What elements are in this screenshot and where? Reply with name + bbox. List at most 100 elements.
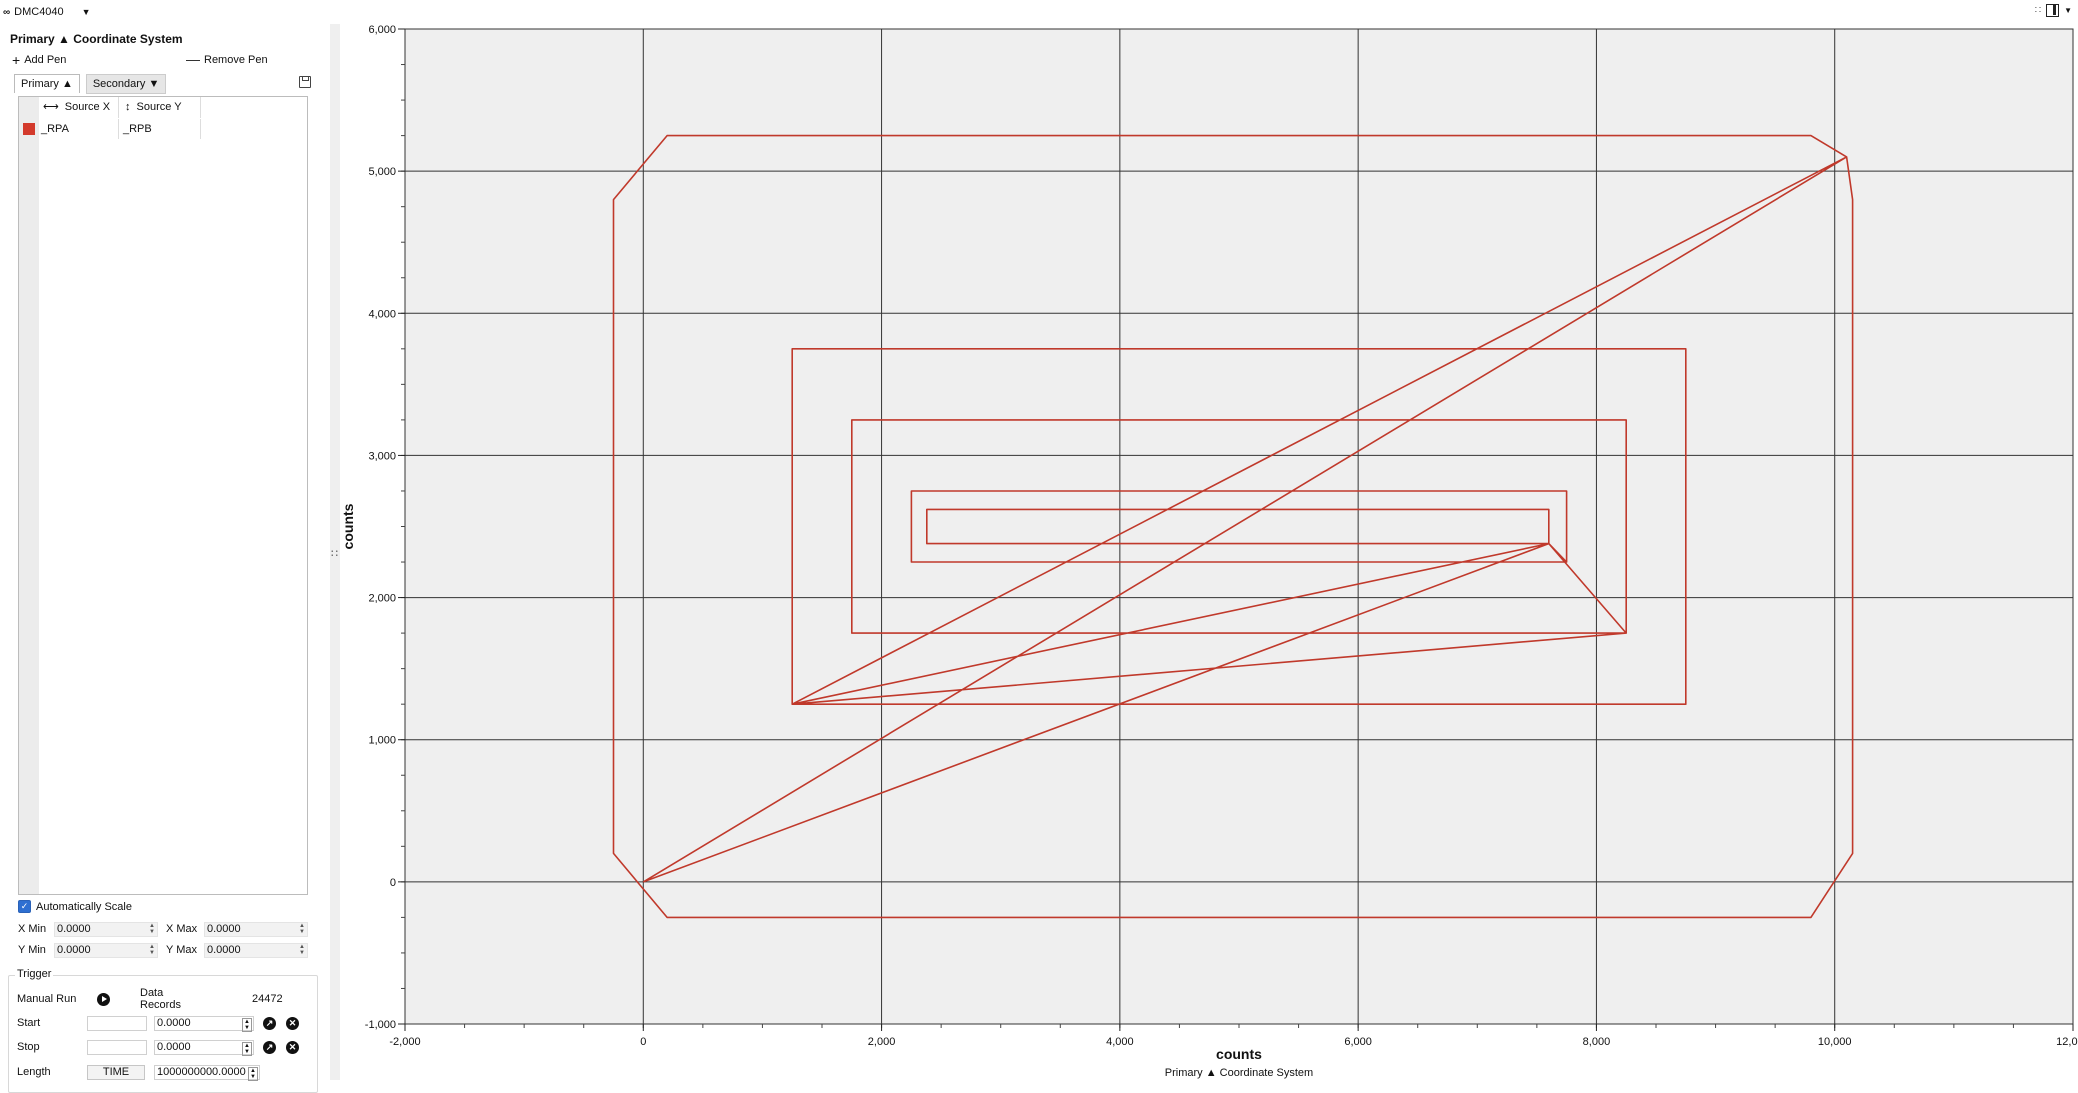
column-source-y[interactable]: ↕ Source Y bbox=[119, 97, 201, 118]
add-pen-button[interactable]: + Add Pen bbox=[12, 52, 66, 68]
start-source-input[interactable] bbox=[87, 1015, 147, 1031]
clear-icon[interactable]: ✕ bbox=[286, 1016, 299, 1030]
y-axis-title: counts bbox=[340, 503, 356, 549]
y-min-value: 0.0000 bbox=[57, 943, 91, 956]
source-y-label: Source Y bbox=[136, 101, 182, 113]
row-gutter bbox=[19, 97, 39, 894]
x-tick-label: 0 bbox=[640, 1036, 646, 1048]
start-value-input[interactable]: 0.0000 ▲ ▼ bbox=[154, 1015, 254, 1032]
y-max-value: 0.0000 bbox=[207, 943, 241, 956]
data-records-label: Data Records bbox=[140, 987, 181, 1011]
pen-toolbar: + Add Pen Remove Pen bbox=[10, 52, 310, 70]
minus-icon bbox=[186, 59, 200, 61]
source-x-label: Source X bbox=[64, 101, 111, 113]
stop-source-input[interactable] bbox=[87, 1039, 147, 1055]
top-bar: ∞ DMC4040 ▼ ∷ ▼ bbox=[0, 0, 2078, 24]
chart-subtitle: Primary ▲ Coordinate System bbox=[1165, 1067, 1313, 1079]
length-value: 1000000000.0000 bbox=[157, 1065, 246, 1078]
y-range-row: Y Min 0.0000 ▲ ▼ Y Max 0.0000 ▲ ▼ bbox=[18, 942, 308, 958]
stop-value: 0.0000 bbox=[157, 1040, 191, 1053]
window-controls: ∷ ▼ bbox=[2035, 4, 2072, 17]
remove-pen-button[interactable]: Remove Pen bbox=[186, 54, 268, 66]
start-label: Start bbox=[17, 1017, 41, 1029]
link-icon: ∞ bbox=[3, 6, 11, 18]
plus-icon: + bbox=[12, 52, 21, 68]
arrow-link-icon[interactable]: ↗ bbox=[263, 1016, 276, 1030]
length-row: Length TIME 1000000000.0000 ▲ ▼ bbox=[17, 1063, 260, 1081]
length-value-input[interactable]: 1000000000.0000 ▲ ▼ bbox=[154, 1064, 260, 1081]
manual-run-label: Manual Run bbox=[17, 993, 77, 1005]
checkbox-checked-icon[interactable]: ✓ bbox=[18, 900, 31, 913]
y-tick-label: 3,000 bbox=[368, 450, 396, 462]
spin-arrows-icon[interactable]: ▲ ▼ bbox=[149, 944, 155, 956]
stop-label: Stop bbox=[17, 1041, 40, 1053]
start-value: 0.0000 bbox=[157, 1016, 191, 1029]
x-tick-label: 8,000 bbox=[1583, 1036, 1611, 1048]
spin-arrows-icon[interactable]: ▲ ▼ bbox=[149, 923, 155, 935]
save-icon[interactable] bbox=[299, 76, 311, 88]
stop-value-input[interactable]: 0.0000 ▲ ▼ bbox=[154, 1039, 254, 1056]
trigger-group: Trigger Manual Run Data Records 24472 St… bbox=[8, 968, 318, 1093]
x-tick-label: 12,000 bbox=[2056, 1036, 2078, 1048]
x-tick-label: 6,000 bbox=[1344, 1036, 1372, 1048]
chevron-down-icon[interactable]: ▼ bbox=[2064, 6, 2072, 15]
x-tick-label: 2,000 bbox=[868, 1036, 896, 1048]
y-tick-label: 4,000 bbox=[368, 308, 396, 320]
horizontal-arrows-icon: ⟷ bbox=[43, 101, 59, 113]
x-tick-label: -2,000 bbox=[389, 1036, 420, 1048]
trigger-title: Trigger bbox=[15, 968, 54, 980]
clear-icon[interactable]: ✕ bbox=[286, 1040, 299, 1054]
x-min-input[interactable]: 0.0000 ▲ ▼ bbox=[54, 921, 158, 937]
tab-primary[interactable]: Primary ▲ bbox=[14, 74, 80, 93]
length-label: Length bbox=[17, 1066, 51, 1078]
x-min-value: 0.0000 bbox=[57, 922, 91, 935]
play-icon[interactable] bbox=[97, 992, 110, 1006]
spin-arrows-icon[interactable]: ▲ ▼ bbox=[248, 1066, 258, 1081]
arrow-link-icon[interactable]: ↗ bbox=[263, 1040, 276, 1054]
x-max-input[interactable]: 0.0000 ▲ ▼ bbox=[204, 921, 308, 937]
x-tick-label: 4,000 bbox=[1106, 1036, 1134, 1048]
pen-row[interactable]: _RPA _RPB bbox=[19, 119, 225, 139]
spin-arrows-icon[interactable]: ▲ ▼ bbox=[242, 1017, 252, 1032]
length-mode-button[interactable]: TIME bbox=[87, 1064, 145, 1080]
y-tick-label: 6,000 bbox=[368, 24, 396, 36]
start-row: Start 0.0000 ▲ ▼ ↗ ✕ bbox=[17, 1014, 299, 1032]
auto-scale-checkbox[interactable]: ✓ Automatically Scale bbox=[18, 900, 132, 913]
y-min-label: Y Min bbox=[18, 944, 46, 956]
spin-arrows-icon[interactable]: ▲ ▼ bbox=[299, 923, 305, 935]
pen-list-header: ⟷ Source X ↕ Source Y bbox=[39, 97, 225, 118]
auto-scale-label: Automatically Scale bbox=[36, 900, 132, 913]
drag-handle-icon[interactable]: ∷ bbox=[2035, 5, 2041, 16]
chart-area: -2,000 0 2,000 4,000 6,000 8,000 10,000 12,000 -… bbox=[340, 24, 2078, 1080]
spin-arrows-icon[interactable]: ▲ ▼ bbox=[299, 944, 305, 956]
spin-arrows-icon[interactable]: ▲ ▼ bbox=[242, 1041, 252, 1056]
y-tick-label: 2,000 bbox=[368, 593, 396, 605]
pen-color-swatch[interactable] bbox=[23, 123, 35, 135]
pen-list: ⟷ Source X ↕ Source Y _RPA _RPB bbox=[18, 96, 308, 895]
data-records-count: 24472 bbox=[252, 993, 283, 1005]
remove-pen-label: Remove Pen bbox=[204, 54, 268, 66]
column-source-x[interactable]: ⟷ Source X bbox=[39, 97, 119, 118]
stop-row: Stop 0.0000 ▲ ▼ ↗ ✕ bbox=[17, 1038, 299, 1056]
y-tick-label: 0 bbox=[390, 877, 396, 889]
device-name: DMC4040 bbox=[14, 6, 64, 18]
panel-splitter[interactable]: ∷ bbox=[330, 24, 340, 1080]
pen-source-x[interactable]: _RPA bbox=[39, 119, 119, 139]
x-tick-label: 10,000 bbox=[1818, 1036, 1852, 1048]
y-min-input[interactable]: 0.0000 ▲ ▼ bbox=[54, 942, 158, 958]
left-panel: Primary ▲ Coordinate System + Add Pen Re… bbox=[0, 24, 330, 1093]
device-select[interactable]: ∞ DMC4040 ▼ bbox=[3, 3, 91, 21]
y-tick-label: 1,000 bbox=[368, 735, 396, 747]
tab-secondary[interactable]: Secondary ▼ bbox=[85, 74, 167, 94]
coordinate-tabs: Primary ▲ Secondary ▼ bbox=[14, 74, 167, 94]
panel-title: Primary ▲ Coordinate System bbox=[10, 32, 183, 46]
vertical-arrows-icon: ↕ bbox=[125, 101, 131, 113]
xy-plot[interactable]: -2,000 0 2,000 4,000 6,000 8,000 10,000 12,000 -… bbox=[340, 24, 2078, 1080]
x-range-row: X Min 0.0000 ▲ ▼ X Max 0.0000 ▲ ▼ bbox=[18, 921, 308, 937]
panel-layout-icon[interactable] bbox=[2046, 4, 2060, 17]
grip-icon[interactable]: ∷ bbox=[331, 547, 338, 560]
y-max-input[interactable]: 0.0000 ▲ ▼ bbox=[204, 942, 308, 958]
pen-source-y[interactable]: _RPB bbox=[119, 119, 201, 139]
x-axis-title: counts bbox=[1216, 1046, 1262, 1062]
x-max-value: 0.0000 bbox=[207, 922, 241, 935]
